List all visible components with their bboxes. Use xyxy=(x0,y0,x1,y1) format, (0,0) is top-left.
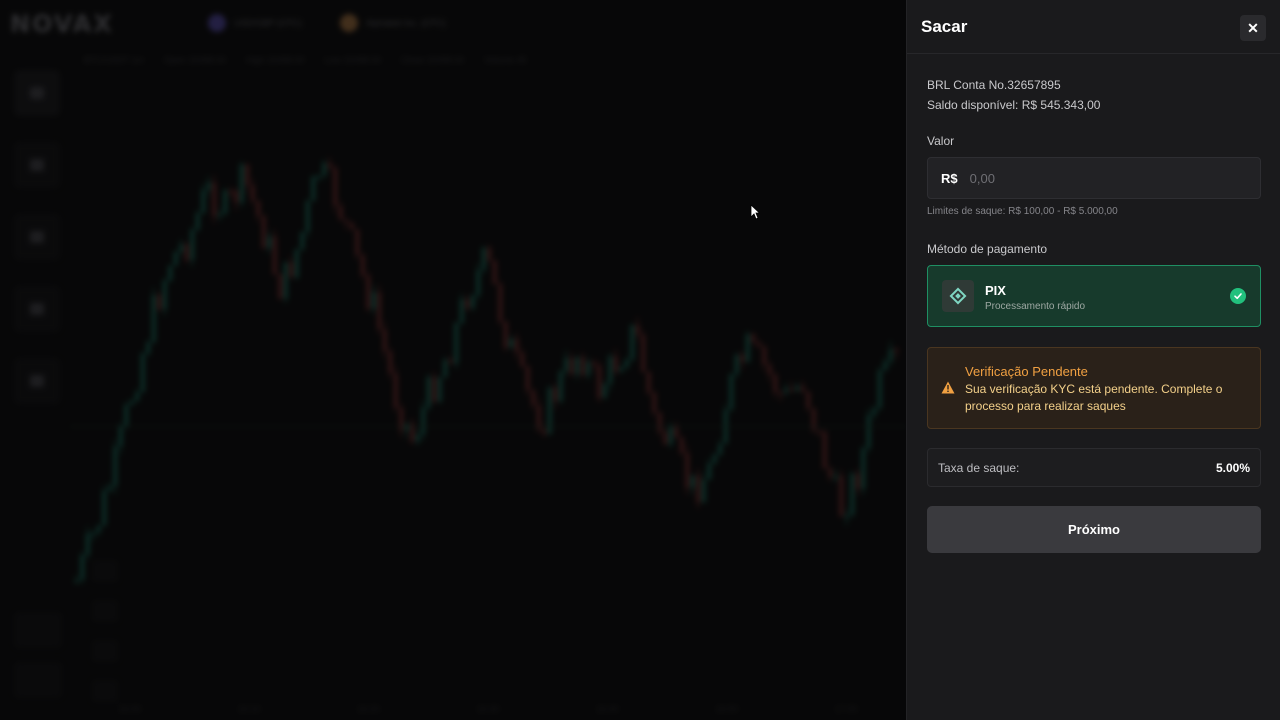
payment-option-pix[interactable]: PIX Processamento rápido xyxy=(927,265,1261,327)
available-balance: Saldo disponível: R$ 545.343,00 xyxy=(927,98,1101,112)
warning-title: Verificação Pendente xyxy=(965,364,1088,379)
pix-icon xyxy=(942,280,974,312)
amount-input[interactable] xyxy=(967,169,1242,187)
currency-symbol: R$ xyxy=(941,170,958,186)
withdraw-limits: Limites de saque: R$ 100,00 - R$ 5.000,0… xyxy=(927,206,1118,217)
amount-field[interactable]: R$ xyxy=(927,157,1261,199)
panel-header: Sacar ✕ xyxy=(907,0,1280,54)
account-info: BRL Conta No.32657895 Saldo disponível: … xyxy=(927,75,1100,115)
account-number: BRL Conta No.32657895 xyxy=(927,78,1061,92)
kyc-warning: Verificação Pendente Sua verificação KYC… xyxy=(927,347,1261,429)
mouse-cursor-icon xyxy=(750,204,760,220)
next-button[interactable]: Próximo xyxy=(927,506,1261,553)
payment-method-label: Método de pagamento xyxy=(927,242,1048,256)
withdraw-fee-row: Taxa de saque: 5.00% xyxy=(927,448,1261,487)
warning-icon xyxy=(941,381,955,399)
modal-backdrop[interactable] xyxy=(0,0,906,720)
fee-label: Taxa de saque: xyxy=(938,461,1020,475)
panel-title: Sacar xyxy=(921,17,968,36)
payment-option-description: Processamento rápido xyxy=(985,301,1086,312)
close-icon: ✕ xyxy=(1247,19,1259,36)
fee-value: 5.00% xyxy=(1215,461,1250,475)
withdraw-panel: Sacar ✕ BRL Conta No.32657895 Saldo disp… xyxy=(906,0,1280,720)
close-button[interactable]: ✕ xyxy=(1240,15,1266,41)
payment-option-name: PIX xyxy=(985,283,1006,298)
trading-background: NOVAX USD/GBP (OTC) Alphabet Inc. (OTC) … xyxy=(0,0,906,720)
check-icon xyxy=(1230,288,1246,304)
amount-label: Valor xyxy=(927,134,955,148)
warning-text: Sua verificação KYC está pendente. Compl… xyxy=(965,382,1223,413)
